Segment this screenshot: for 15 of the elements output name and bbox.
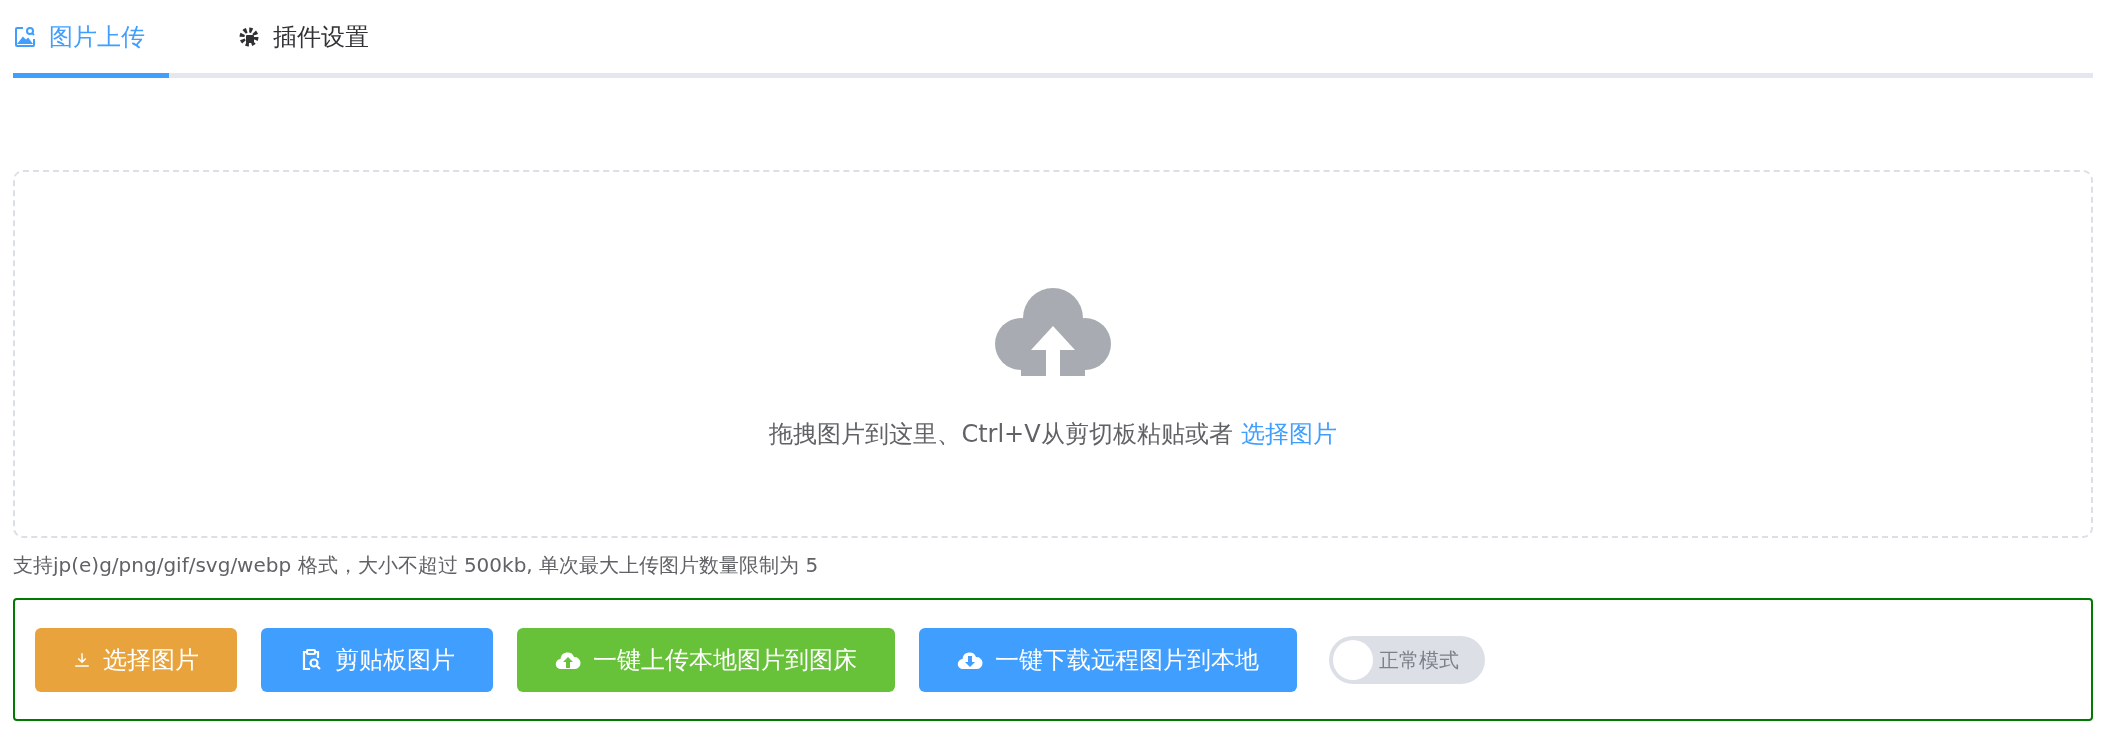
image-icon <box>13 24 37 49</box>
download-icon <box>73 650 91 669</box>
tab[interactable]: 图片上传 <box>13 0 169 78</box>
select-image-link[interactable]: 选择图片 <box>1240 416 1337 452</box>
action-button[interactable]: 剪贴板图片 <box>261 627 493 692</box>
mode-switch[interactable]: 正常模式 <box>1329 635 1485 684</box>
action-button[interactable]: 一键下载远程图片到本地 <box>919 627 1297 692</box>
action-button[interactable]: 选择图片 <box>35 627 237 692</box>
dropzone-instruction: 拖拽图片到这里、Ctrl+V从剪切板粘贴或者 <box>769 419 1233 450</box>
tab[interactable]: 插件设置 <box>227 0 379 78</box>
switch-thumb <box>1333 639 1373 680</box>
upload-hint: 支持jp(e)g/png/gif/svg/webp 格式，大小不超过 500kb, 单次最大上传图片数量限制为 5 <box>13 552 820 579</box>
dropzone[interactable]: 拖拽图片到这里、Ctrl+V从剪切板粘贴或者 选择图片 <box>13 170 2093 538</box>
action-button[interactable]: 一键上传本地图片到图床 <box>517 627 895 692</box>
cloud-upload-icon <box>993 286 1113 376</box>
